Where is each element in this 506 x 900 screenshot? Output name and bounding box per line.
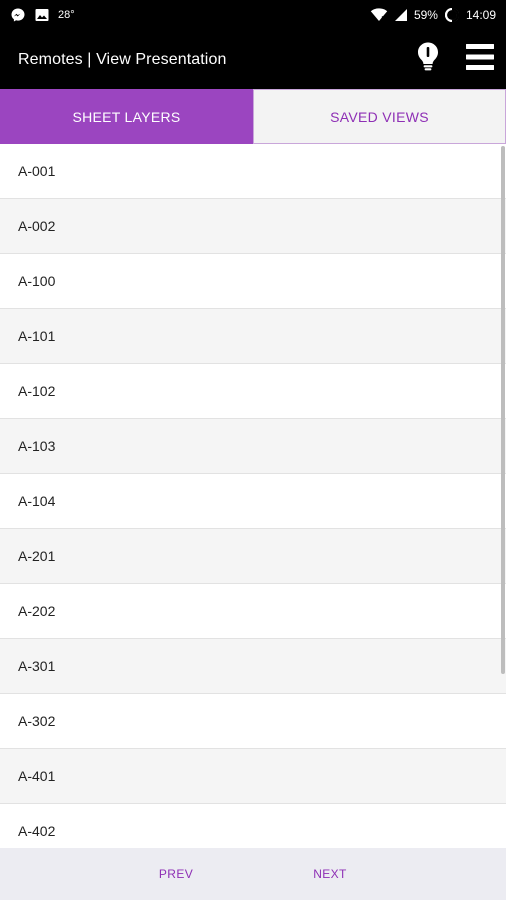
tab-sheet-layers[interactable]: SHEET LAYERS: [0, 89, 253, 144]
list-item[interactable]: A-201: [0, 529, 506, 584]
app-title: Remotes | View Presentation: [18, 50, 227, 68]
app-bar: Remotes | View Presentation: [0, 30, 506, 89]
list-scrollbar[interactable]: [501, 146, 505, 674]
clock-text: 14:09: [465, 8, 496, 22]
temperature-text: 28°: [58, 9, 75, 21]
list-item[interactable]: A-401: [0, 749, 506, 804]
list-item[interactable]: A-100: [0, 254, 506, 309]
list-item[interactable]: A-002: [0, 199, 506, 254]
signal-icon: [394, 8, 408, 22]
battery-icon: [444, 7, 460, 23]
menu-icon: [465, 43, 495, 76]
list-item[interactable]: A-104: [0, 474, 506, 529]
status-bar: 28° 59% 14:09: [0, 0, 506, 30]
menu-button[interactable]: [460, 40, 500, 78]
next-button[interactable]: NEXT: [300, 848, 360, 900]
battery-percent: 59%: [413, 8, 438, 22]
image-icon: [34, 7, 50, 23]
tab-bar: SHEET LAYERS SAVED VIEWS: [0, 89, 506, 144]
list-item[interactable]: A-101: [0, 309, 506, 364]
prev-button[interactable]: PREV: [146, 848, 206, 900]
list-item[interactable]: A-301: [0, 639, 506, 694]
screen: 28° 59% 14:09 Remotes | View Presentatio…: [0, 0, 506, 900]
lightbulb-button[interactable]: [410, 40, 446, 78]
bottom-nav: PREV NEXT: [0, 848, 506, 900]
lightbulb-icon: [416, 41, 440, 78]
tab-saved-views[interactable]: SAVED VIEWS: [253, 89, 506, 144]
list-item[interactable]: A-302: [0, 694, 506, 749]
list-item[interactable]: A-103: [0, 419, 506, 474]
list-item[interactable]: A-102: [0, 364, 506, 419]
sheet-list: A-001 A-002 A-100 A-101 A-102 A-103 A-10…: [0, 144, 506, 848]
list-item[interactable]: A-402: [0, 804, 506, 848]
list-item[interactable]: A-202: [0, 584, 506, 639]
list-item[interactable]: A-001: [0, 144, 506, 199]
messenger-icon: [10, 7, 26, 23]
status-right: 59% 14:09: [370, 0, 496, 30]
wifi-icon: [370, 7, 388, 23]
status-left: 28°: [10, 0, 75, 30]
